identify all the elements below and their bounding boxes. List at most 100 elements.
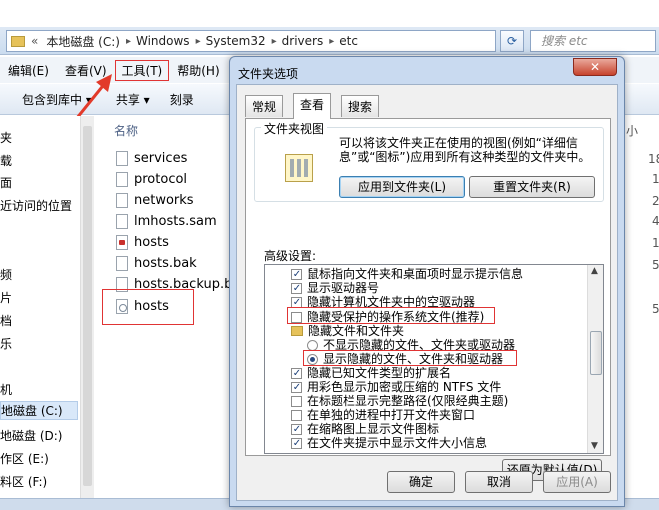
breadcrumb-arrow-icon[interactable]: ▸ [196,36,201,47]
file-name: services [134,150,188,166]
close-icon[interactable]: ✕ [573,58,617,76]
scroll-up-icon[interactable]: ▲ [591,266,598,276]
checkbox[interactable] [291,296,302,308]
file-item[interactable]: networks [116,190,194,210]
nav-item[interactable]: 频 [0,266,12,283]
settings-scrollbar[interactable]: ▲ ▼ [587,265,603,453]
column-glyph: 5 [652,302,659,316]
tab-search[interactable]: 搜索 [341,95,380,117]
nav-item[interactable]: 乐 [0,335,12,352]
address-box[interactable]: « 本地磁盘 (C:) ▸ Windows ▸ System32 ▸ drive… [6,30,496,52]
file-item[interactable]: protocol [116,169,187,189]
folder-icon [11,35,25,47]
breadcrumb-arrow-icon[interactable]: ▸ [329,36,334,47]
checkbox[interactable] [291,437,302,449]
nav-item[interactable]: 片 [0,289,12,306]
setting-item[interactable]: 在标题栏显示完整路径(仅限经典主题) [291,394,508,408]
radio-button[interactable] [307,339,318,351]
file-name: hosts.bak [134,255,197,271]
history-chevron-icon[interactable]: « [31,34,38,48]
file-item[interactable]: hosts [116,232,169,252]
breadcrumb-windows[interactable]: Windows [136,34,190,48]
reset-folders-button[interactable]: 重置文件夹(R) [469,176,595,198]
file-icon [116,150,128,166]
setting-label: 在文件夹提示中显示文件大小信息 [307,436,488,450]
nav-item[interactable]: 夹 [0,129,12,146]
setting-item-hide-extensions[interactable]: 隐藏已知文件类型的扩展名 [291,366,451,380]
breadcrumb-drive[interactable]: 本地磁盘 (C:) [46,33,120,50]
breadcrumb-system32[interactable]: System32 [206,34,266,48]
group-title: 文件夹视图 [261,120,328,137]
dialog-title: 文件夹选项 [238,67,299,81]
nav-item-drive-d[interactable]: 地磁盘 (D:) [0,427,62,444]
scroll-thumb[interactable] [590,331,602,375]
column-glyph: 小 [626,124,639,138]
file-name: hosts [134,234,169,250]
nav-item-drive-e[interactable]: 作区 (E:) [0,450,49,467]
tab-view[interactable]: 查看 [293,93,332,119]
menu-help[interactable]: 帮助(H) [169,62,227,79]
setting-item[interactable]: 在单独的进程中打开文件夹窗口 [291,408,475,422]
nav-item[interactable]: 面 [0,174,12,191]
checkbox[interactable] [291,282,302,294]
nav-item-drive-c[interactable]: 地磁盘 (C:) [0,401,78,420]
setting-label: 在单独的进程中打开文件夹窗口 [307,408,476,422]
column-glyph: 18 [648,152,659,166]
setting-label: 用彩色显示加密或压缩的 NTFS 文件 [307,380,502,394]
nav-item[interactable]: 载 [0,152,12,169]
burn-button[interactable]: 刻录 [160,91,204,108]
setting-label: 显示驱动器号 [307,281,380,295]
checkbox[interactable] [291,381,302,393]
scroll-down-icon[interactable]: ▼ [591,441,598,451]
menu-tools[interactable]: 工具(T) [114,59,170,81]
breadcrumb-etc[interactable]: etc [339,34,358,48]
folder-options-dialog: 文件夹选项 ✕ 常规 查看 搜索 文件夹视图 可以将该文件夹正在使用的视图(例如… [229,56,625,507]
ok-button[interactable]: 确定 [387,471,455,493]
nav-scrollbar[interactable] [80,116,94,498]
setting-item[interactable]: 在文件夹提示中显示文件大小信息 [291,436,487,450]
folder-view-description: 可以将该文件夹正在使用的视图(例如“详细信息”或“图标”)应用到所有这种类型的文… [339,136,591,164]
file-name: networks [134,192,194,208]
tab-general[interactable]: 常规 [245,95,284,117]
breadcrumb-drivers[interactable]: drivers [282,34,324,48]
cancel-button[interactable]: 取消 [465,471,533,493]
setting-label: 在缩略图上显示文件图标 [307,422,440,436]
details-column: 小 18 1 2 4 1 5 5 [622,116,659,498]
apply-button[interactable]: 应用(A) [543,471,611,493]
checkbox[interactable] [291,423,302,435]
folder-view-group: 文件夹视图 可以将该文件夹正在使用的视图(例如“详细信息”或“图标”)应用到所有… [254,120,604,202]
dialog-body: 常规 查看 搜索 文件夹视图 可以将该文件夹正在使用的视图(例如“详细信息”或“… [236,84,618,501]
file-item[interactable]: hosts.bak [116,253,197,273]
setting-item[interactable]: 显示驱动器号 [291,281,379,295]
nav-item-computer[interactable]: 机 [0,381,12,398]
setting-label: 在标题栏显示完整路径(仅限经典主题) [307,394,509,408]
file-icon [116,213,128,229]
file-item[interactable]: services [116,148,187,168]
breadcrumb-arrow-icon[interactable]: ▸ [272,36,277,47]
setting-item[interactable]: 鼠标指向文件夹和桌面项时显示提示信息 [291,267,523,281]
column-glyph: 4 [652,214,659,228]
file-item[interactable]: lmhosts.sam [116,211,217,231]
refresh-icon[interactable]: ⟳ [500,30,524,52]
nav-item-drive-f[interactable]: 料区 (F:) [0,473,47,490]
column-glyph: 5 [652,258,659,272]
search-input[interactable]: 搜索 etc [530,30,656,52]
file-icon [116,255,128,271]
checkbox[interactable] [291,367,302,379]
apply-to-folders-button[interactable]: 应用到文件夹(L) [339,176,465,198]
column-glyph: 1 [652,236,659,250]
setting-item[interactable]: 用彩色显示加密或压缩的 NTFS 文件 [291,380,501,394]
red-highlight-box [102,289,194,325]
menu-edit[interactable]: 编辑(E) [0,62,57,79]
nav-item-recent-places[interactable]: 近访问的位置 [0,197,72,214]
column-header-name[interactable]: 名称 [114,122,138,139]
setting-label: 鼠标指向文件夹和桌面项时显示提示信息 [307,267,524,281]
setting-label: 隐藏已知文件类型的扩展名 [307,366,452,380]
file-name: lmhosts.sam [134,213,217,229]
checkbox[interactable] [291,268,302,280]
checkbox[interactable] [291,395,302,407]
breadcrumb-arrow-icon[interactable]: ▸ [126,36,131,47]
nav-item[interactable]: 档 [0,312,12,329]
checkbox[interactable] [291,409,302,421]
setting-item[interactable]: 在缩略图上显示文件图标 [291,422,439,436]
